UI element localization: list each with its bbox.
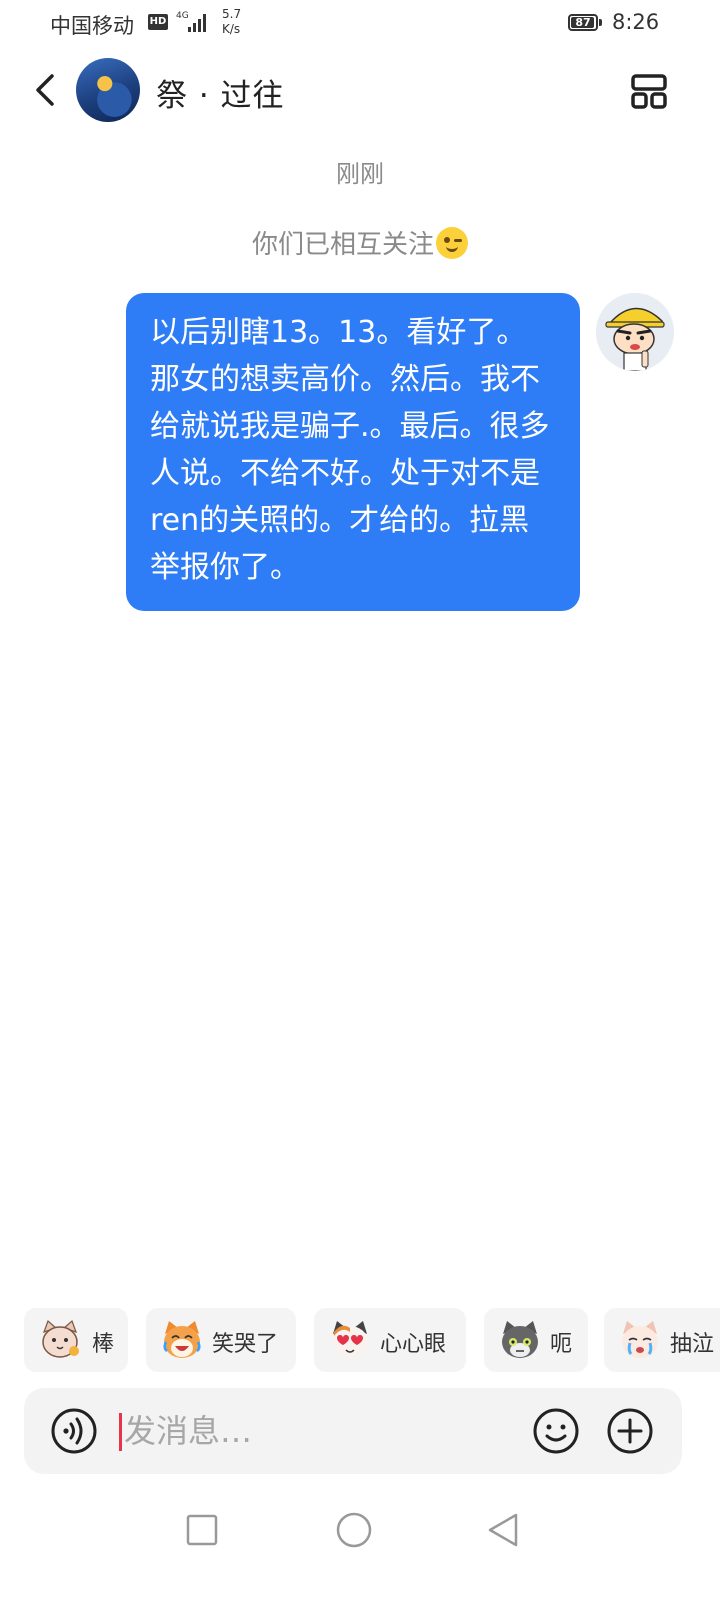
voice-icon[interactable] — [50, 1407, 98, 1455]
network-speed: 5.7 K/s — [222, 7, 242, 36]
network-type: 4G — [176, 11, 189, 21]
hd-badge: HD — [148, 14, 168, 30]
sticker-chip[interactable]: 棒 — [24, 1308, 128, 1372]
chat-header: 祭 · 过往 — [0, 56, 720, 126]
sticker-chip[interactable]: 抽泣 — [604, 1308, 720, 1372]
triangle-back-icon[interactable] — [484, 1510, 524, 1550]
crying-cat-sticker-icon — [622, 1321, 658, 1358]
sticker-chip[interactable]: 呃 — [484, 1308, 588, 1372]
chevron-left-icon[interactable] — [28, 70, 68, 110]
square-icon[interactable] — [186, 1514, 218, 1546]
laughing-dog-sticker-icon — [163, 1321, 201, 1358]
my-avatar[interactable] — [596, 293, 674, 371]
message-bubble[interactable]: 以后别瞎13。13。看好了。那女的想卖高价。然后。我不给就说我是骗子.。最后。很… — [126, 293, 580, 611]
heart-eyes-cat-sticker-icon — [332, 1321, 368, 1358]
peer-avatar[interactable] — [76, 58, 140, 122]
battery-tip — [599, 19, 602, 26]
sticker-label: 抽泣 — [670, 1332, 715, 1357]
message-input[interactable] — [124, 1406, 524, 1456]
wink-emoji-icon — [436, 227, 468, 259]
message-timestamp: 刚刚 — [336, 160, 384, 188]
signal-icon — [188, 14, 212, 32]
sticker-suggestions: 棒 笑哭了 心心眼 呃 抽泣 — [0, 1308, 720, 1372]
system-notice-text: 你们已相互关注 — [251, 230, 434, 260]
sticker-label: 笑哭了 — [212, 1332, 279, 1357]
cat-sticker-icon — [42, 1319, 79, 1358]
text-cursor — [119, 1413, 122, 1451]
smiley-icon[interactable] — [532, 1407, 580, 1455]
circle-icon[interactable] — [334, 1510, 374, 1550]
sticker-label: 心心眼 — [380, 1332, 447, 1357]
battery-level: 87 — [575, 16, 591, 29]
clock: 8:26 — [612, 10, 660, 34]
system-notice: 你们已相互关注 — [0, 224, 720, 261]
grid-layout-icon[interactable] — [626, 68, 672, 114]
message-input-bar — [24, 1388, 682, 1474]
plus-icon[interactable] — [606, 1407, 654, 1455]
carrier-name: 中国移动 — [50, 14, 134, 38]
sticker-label: 呃 — [550, 1332, 573, 1357]
status-bar: 中国移动 HD 4G 5.7 K/s 87 8:26 — [0, 0, 720, 50]
battery-icon: 87 — [568, 14, 598, 31]
system-nav-bar — [0, 1486, 720, 1600]
sticker-chip[interactable]: 心心眼 — [314, 1308, 466, 1372]
sticker-chip[interactable]: 笑哭了 — [146, 1308, 296, 1372]
gray-cat-sticker-icon — [502, 1321, 538, 1358]
peer-name[interactable]: 祭 · 过往 — [156, 70, 285, 115]
sticker-label: 棒 — [92, 1332, 115, 1357]
